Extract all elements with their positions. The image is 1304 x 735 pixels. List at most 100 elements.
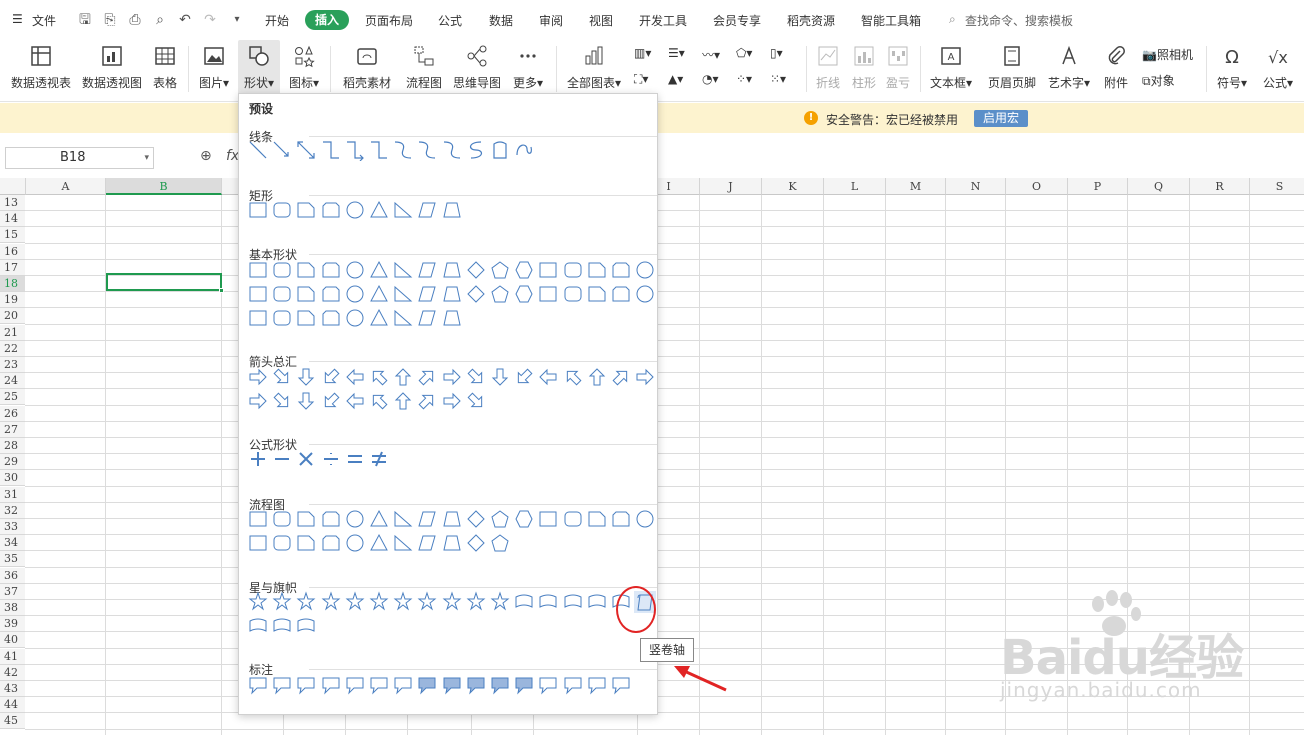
shape-option[interactable]: [610, 366, 632, 388]
row-header[interactable]: 44: [0, 697, 25, 714]
shape-option[interactable]: [513, 674, 535, 696]
shape-option[interactable]: [344, 283, 366, 305]
shape-option[interactable]: [586, 591, 608, 613]
export-pdf-icon[interactable]: ⎘: [101, 12, 119, 28]
mindmap-button[interactable]: 思维导图: [450, 40, 504, 100]
shape-option[interactable]: [392, 674, 414, 696]
shape-option[interactable]: [320, 532, 342, 554]
shape-option[interactable]: [344, 307, 366, 329]
shape-option[interactable]: [368, 259, 390, 281]
shape-option[interactable]: [537, 366, 559, 388]
row-header[interactable]: 17: [0, 259, 25, 276]
shape-option[interactable]: [586, 508, 608, 530]
pie-chart-icon[interactable]: ◔▾: [702, 72, 719, 92]
formula-button[interactable]: √x 公式▾: [1256, 40, 1300, 100]
row-header[interactable]: 18: [0, 276, 25, 292]
shape-option[interactable]: [271, 448, 293, 470]
shape-option[interactable]: [295, 283, 317, 305]
shape-option[interactable]: [489, 532, 511, 554]
shape-option[interactable]: [247, 532, 269, 554]
shape-option[interactable]: [513, 366, 535, 388]
shape-option[interactable]: [537, 508, 559, 530]
row-header[interactable]: 26: [0, 405, 25, 422]
shape-option[interactable]: [562, 366, 584, 388]
shape-option[interactable]: [247, 307, 269, 329]
shape-option[interactable]: [368, 283, 390, 305]
shape-option[interactable]: [368, 674, 390, 696]
camera-button[interactable]: 📷照相机: [1142, 46, 1193, 66]
shape-option[interactable]: [247, 448, 269, 470]
customize-dropdown-icon[interactable]: ▾: [228, 12, 246, 28]
column-header[interactable]: N: [946, 178, 1006, 195]
zoom-icon[interactable]: ⊕: [200, 148, 212, 164]
shape-option[interactable]: [441, 390, 463, 412]
shape-option[interactable]: [392, 199, 414, 221]
shape-option[interactable]: [271, 390, 293, 412]
shape-option[interactable]: [344, 508, 366, 530]
shape-option[interactable]: [295, 199, 317, 221]
shape-option[interactable]: [344, 199, 366, 221]
column-header[interactable]: J: [700, 178, 762, 195]
row-header[interactable]: 43: [0, 681, 25, 697]
symbol-button[interactable]: Ω 符号▾: [1212, 40, 1252, 100]
shape-option[interactable]: [562, 508, 584, 530]
shape-option[interactable]: [295, 259, 317, 281]
shape-option[interactable]: [344, 448, 366, 470]
shape-option[interactable]: [295, 674, 317, 696]
shape-option[interactable]: [320, 674, 342, 696]
column-chart-icon[interactable]: ▥▾: [634, 46, 651, 66]
shape-option[interactable]: [392, 390, 414, 412]
line-chart-icon[interactable]: 〰▾: [702, 46, 720, 66]
shape-option[interactable]: [247, 139, 269, 161]
shape-option[interactable]: [392, 366, 414, 388]
shape-option[interactable]: [634, 366, 656, 388]
tab-view[interactable]: 视图: [589, 12, 613, 29]
icons-button[interactable]: 图标▾: [284, 40, 324, 100]
tab-developer[interactable]: 开发工具: [639, 12, 687, 29]
column-header[interactable]: O: [1006, 178, 1068, 195]
shape-option[interactable]: [610, 259, 632, 281]
shape-option[interactable]: [441, 674, 463, 696]
area-chart-icon[interactable]: ⛶▾: [634, 72, 648, 92]
row-header[interactable]: 35: [0, 551, 25, 568]
shape-option[interactable]: [537, 591, 559, 613]
shape-option[interactable]: [368, 390, 390, 412]
shape-option[interactable]: [416, 199, 438, 221]
sparkline-line-button[interactable]: 折线: [812, 40, 844, 100]
bar-chart-small-icon[interactable]: ☰▾: [668, 46, 685, 66]
shape-option[interactable]: [295, 139, 317, 161]
shape-option[interactable]: [271, 591, 293, 613]
row-header[interactable]: 22: [0, 340, 25, 357]
pivot-table-button[interactable]: 数据透视表: [8, 40, 74, 100]
shape-option[interactable]: [344, 591, 366, 613]
file-menu[interactable]: 文件: [32, 12, 56, 29]
tab-review[interactable]: 审阅: [539, 12, 563, 29]
shape-option[interactable]: [368, 591, 390, 613]
shape-option[interactable]: [489, 591, 511, 613]
row-header[interactable]: 24: [0, 373, 25, 390]
shape-option[interactable]: [368, 199, 390, 221]
shape-option[interactable]: [441, 366, 463, 388]
column-header[interactable]: A: [26, 178, 106, 195]
shape-option[interactable]: [416, 259, 438, 281]
row-header[interactable]: 40: [0, 632, 25, 649]
picture-button[interactable]: 图片▾: [194, 40, 234, 100]
stock-chart-icon[interactable]: ▲▾: [668, 72, 683, 92]
enable-macros-button[interactable]: 启用宏: [974, 110, 1028, 127]
shape-option[interactable]: [344, 139, 366, 161]
shape-option[interactable]: [562, 591, 584, 613]
tab-home[interactable]: 开始: [265, 12, 289, 29]
tab-smart-tools[interactable]: 智能工具箱: [861, 12, 921, 29]
row-header[interactable]: 38: [0, 600, 25, 616]
column-header[interactable]: R: [1190, 178, 1250, 195]
shape-option[interactable]: [320, 199, 342, 221]
row-header[interactable]: 42: [0, 664, 25, 681]
shape-option[interactable]: [441, 508, 463, 530]
shape-option[interactable]: [271, 139, 293, 161]
shape-option[interactable]: [392, 591, 414, 613]
save-icon[interactable]: 🖫: [76, 12, 94, 28]
row-header[interactable]: 37: [0, 583, 25, 600]
shape-option[interactable]: [562, 283, 584, 305]
shape-option[interactable]: [368, 366, 390, 388]
shape-option[interactable]: [441, 532, 463, 554]
